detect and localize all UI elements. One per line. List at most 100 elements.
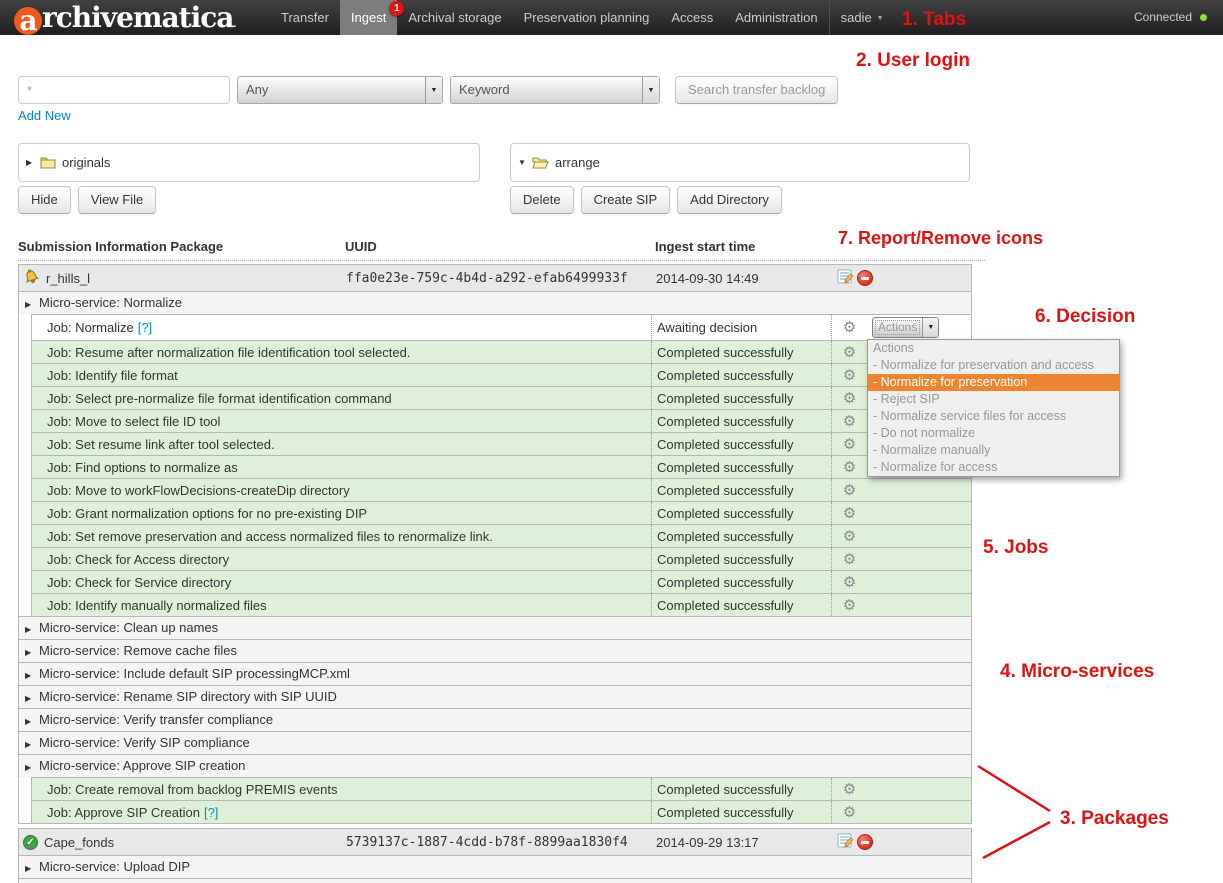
microservice-row[interactable]: ▶Micro-service: Rename SIP directory wit… [19,685,971,708]
tab-access[interactable]: Access [660,0,724,35]
job-gear-cell: ⚙ [831,433,867,455]
report-icon[interactable] [837,833,854,849]
remove-icon[interactable] [857,834,873,850]
view-file-button[interactable]: View File [78,186,157,214]
gear-icon[interactable]: ⚙ [843,320,856,335]
gear-icon[interactable]: ⚙ [843,460,856,475]
job-status: Completed successfully [651,456,831,478]
job-label: Job: Identify file format [47,368,178,383]
job-status: Awaiting decision [651,315,831,340]
decision-option[interactable]: - Normalize service files for access [868,408,1119,425]
delete-button[interactable]: Delete [510,186,574,214]
job-gear-cell: ⚙ [831,778,867,800]
expanded-triangle-icon[interactable]: ▼ [518,158,528,167]
job-row: Job: Select pre-normalize file format id… [31,386,971,409]
tab-archival-storage[interactable]: Archival storage [397,0,512,35]
originals-label[interactable]: originals [62,155,110,170]
job-name-cell: Job: Check for Access directory [32,548,651,570]
arrange-label[interactable]: arrange [555,155,600,170]
microservice-row[interactable]: ▶Micro-service: Verify SIP compliance [19,731,971,754]
job-actions-select[interactable]: Actions▼ [872,317,939,338]
collapsed-triangle-icon: ▶ [25,858,35,878]
remove-icon[interactable] [857,270,873,286]
report-icon[interactable] [837,269,854,285]
gear-icon[interactable]: ⚙ [843,552,856,567]
job-row: Job: Find options to normalize asComplet… [31,455,971,478]
job-help-link[interactable]: [?] [204,805,218,820]
job-actions-cell [867,548,971,570]
report-icon-wrap[interactable] [837,269,854,288]
search-type-select[interactable]: Keyword ▼ [450,76,660,104]
annotation-tabs: 1. Tabs [902,9,966,31]
decision-option[interactable]: - Do not normalize [868,425,1119,442]
collapsed-triangle-icon: ▶ [25,688,35,708]
column-uuid: UUID [345,239,655,254]
package-name: Cape_fonds [44,835,114,850]
package-uuid: ffa0e23e-759c-4b4d-a292-efab6499933f [346,271,656,286]
collapsed-triangle-icon[interactable]: ▶ [26,158,36,167]
job-status: Completed successfully [651,525,831,547]
gear-icon[interactable]: ⚙ [843,598,856,613]
decision-option[interactable]: - Reject SIP [868,391,1119,408]
tab-administration[interactable]: Administration [724,0,828,35]
tab-transfer[interactable]: Transfer [270,0,340,35]
package-row: r_hills_l ffa0e23e-759c-4b4d-a292-efab649… [19,265,971,291]
gear-icon[interactable]: ⚙ [843,437,856,452]
microservice-row[interactable]: ▶Micro-service: Remove cache files [19,639,971,662]
collapsed-triangle-icon: ▶ [25,642,35,662]
page: archivematica. TransferIngest1Archival s… [0,0,1223,883]
microservice-row[interactable]: ▶Micro-service: Approve SIP creation [19,754,971,777]
microservice-label: Micro-service: Upload DIP [39,859,190,874]
microservice-row[interactable]: ▶Micro-service: Verify transfer complian… [19,708,971,731]
microservice-row[interactable]: ▶Micro-service: Store AIP [19,878,971,883]
gear-icon[interactable]: ⚙ [843,529,856,544]
package-name: r_hills_l [46,271,90,286]
microservice-row[interactable]: ▶Micro-service: Normalize [19,291,971,314]
report-icon-wrap[interactable] [837,833,854,852]
archivematica-logo[interactable]: archivematica. [14,1,236,35]
gear-icon[interactable]: ⚙ [843,483,856,498]
decision-option[interactable]: - Normalize for access [868,459,1119,476]
job-row: Job: Normalize [?] Awaiting decision ⚙ Actio… [31,314,971,340]
microservice-row[interactable]: ▶Micro-service: Clean up names [19,616,971,639]
microservice-row[interactable]: ▶Micro-service: Include default SIP proc… [19,662,971,685]
job-status: Completed successfully [651,801,831,823]
search-field-select[interactable]: Any ▼ [237,76,443,104]
microservice-row[interactable]: ▶ Micro-service: Upload DIP [19,855,971,878]
gear-icon[interactable]: ⚙ [843,414,856,429]
job-label: Job: Normalize [47,320,134,335]
gear-icon[interactable]: ⚙ [843,575,856,590]
create-sip-button[interactable]: Create SIP [581,186,671,214]
package-table: ✓Cape_fonds5739137c-1887-4cdd-b78f-8899a… [18,828,972,883]
add-new-link[interactable]: Add New [18,108,71,123]
job-gear-cell: ⚙ [831,525,867,547]
connection-status: Connected [1134,0,1207,35]
job-name-cell: Job: Set resume link after tool selected… [32,433,651,455]
job-row: Job: Move to select file ID toolComplete… [31,409,971,432]
add-directory-button[interactable]: Add Directory [677,186,782,214]
decision-option[interactable]: - Normalize for preservation and access [868,357,1119,374]
decision-option[interactable]: Actions [868,340,1119,357]
package-ingest-start-time: 2014-09-30 14:49 [656,271,831,286]
search-transfer-backlog-button[interactable]: Search transfer backlog [675,76,838,104]
decision-option[interactable]: - Normalize manually [868,442,1119,459]
search-query-input[interactable] [18,76,230,104]
gear-icon[interactable]: ⚙ [843,506,856,521]
job-row: Job: Check for Access directoryCompleted… [31,547,971,570]
hide-button[interactable]: Hide [18,186,71,214]
user-menu[interactable]: sadie▼ [829,0,895,35]
job-help-link[interactable]: [?] [138,320,152,335]
tab-ingest[interactable]: Ingest1 [340,0,397,35]
tab-preservation-planning[interactable]: Preservation planning [513,0,661,35]
caret-down-icon: ▼ [877,15,884,22]
gear-icon[interactable]: ⚙ [843,345,856,360]
connected-dot-icon [1200,14,1207,21]
decision-option[interactable]: - Normalize for preservation [868,374,1119,391]
originals-tree-panel: ▶ originals [18,143,480,182]
gear-icon[interactable]: ⚙ [843,391,856,406]
annotation-report-remove-icons: 7. Report/Remove icons [838,228,1043,249]
microservice-label: Micro-service: Verify transfer complianc… [39,712,273,727]
gear-icon[interactable]: ⚙ [843,782,856,797]
gear-icon[interactable]: ⚙ [843,805,856,820]
gear-icon[interactable]: ⚙ [843,368,856,383]
